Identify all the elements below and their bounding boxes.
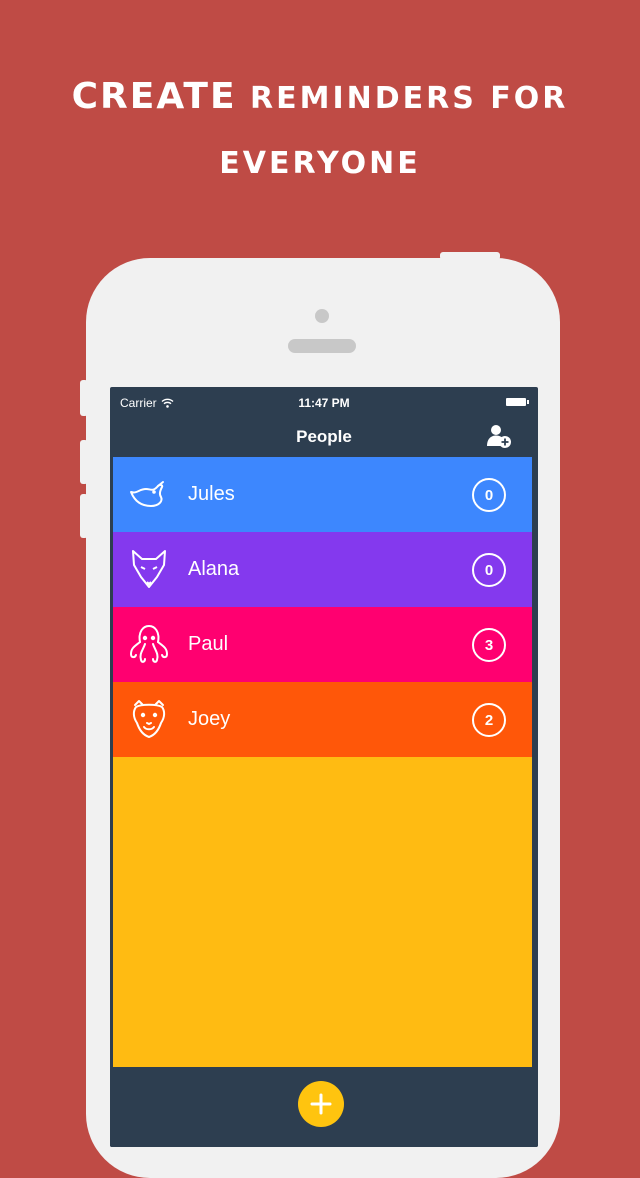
person-name: Jules <box>188 483 235 505</box>
person-name: Paul <box>188 633 229 655</box>
battery-icon <box>506 398 529 406</box>
page-title: People <box>296 427 352 446</box>
empty-list-area <box>113 757 532 1067</box>
bottom-toolbar <box>110 1067 538 1147</box>
phone-speaker <box>288 339 356 353</box>
reminder-count-badge: 3 <box>472 628 506 662</box>
reminder-count-badge: 2 <box>472 703 506 737</box>
camel-icon <box>132 700 166 738</box>
bird-icon <box>130 481 164 507</box>
person-name: Alana <box>188 558 240 580</box>
promo-headline-line1: CREATE REMINDERS FOR <box>0 76 640 117</box>
phone-camera <box>315 309 329 323</box>
nav-bar: People <box>110 417 538 457</box>
people-list: Jules 0 Alana 0 Paul 3 Joey 2 <box>113 457 532 757</box>
add-reminder-button[interactable] <box>298 1081 344 1127</box>
plus-icon <box>310 1093 332 1115</box>
octopus-icon <box>129 624 169 663</box>
promo-emphasis: CREATE <box>71 76 237 117</box>
promo-headline-line2: EVERYONE <box>219 146 421 181</box>
promo-line1-rest: REMINDERS FOR <box>250 81 569 116</box>
person-row-alana[interactable]: Alana 0 <box>113 532 532 607</box>
reminder-count-badge: 0 <box>472 478 506 512</box>
status-bar: Carrier 11:47 PM <box>110 387 538 417</box>
fox-icon <box>132 550 166 588</box>
person-name: Joey <box>188 708 231 730</box>
person-row-joey[interactable]: Joey 2 <box>113 682 532 757</box>
person-row-paul[interactable]: Paul 3 <box>113 607 532 682</box>
reminder-count-badge: 0 <box>472 553 506 587</box>
person-row-jules[interactable]: Jules 0 <box>113 457 532 532</box>
status-time: 11:47 PM <box>298 396 350 410</box>
app-screen: Carrier 11:47 PM People Jules 0 Alana 0 … <box>110 387 538 1147</box>
add-person-icon[interactable] <box>484 421 514 451</box>
